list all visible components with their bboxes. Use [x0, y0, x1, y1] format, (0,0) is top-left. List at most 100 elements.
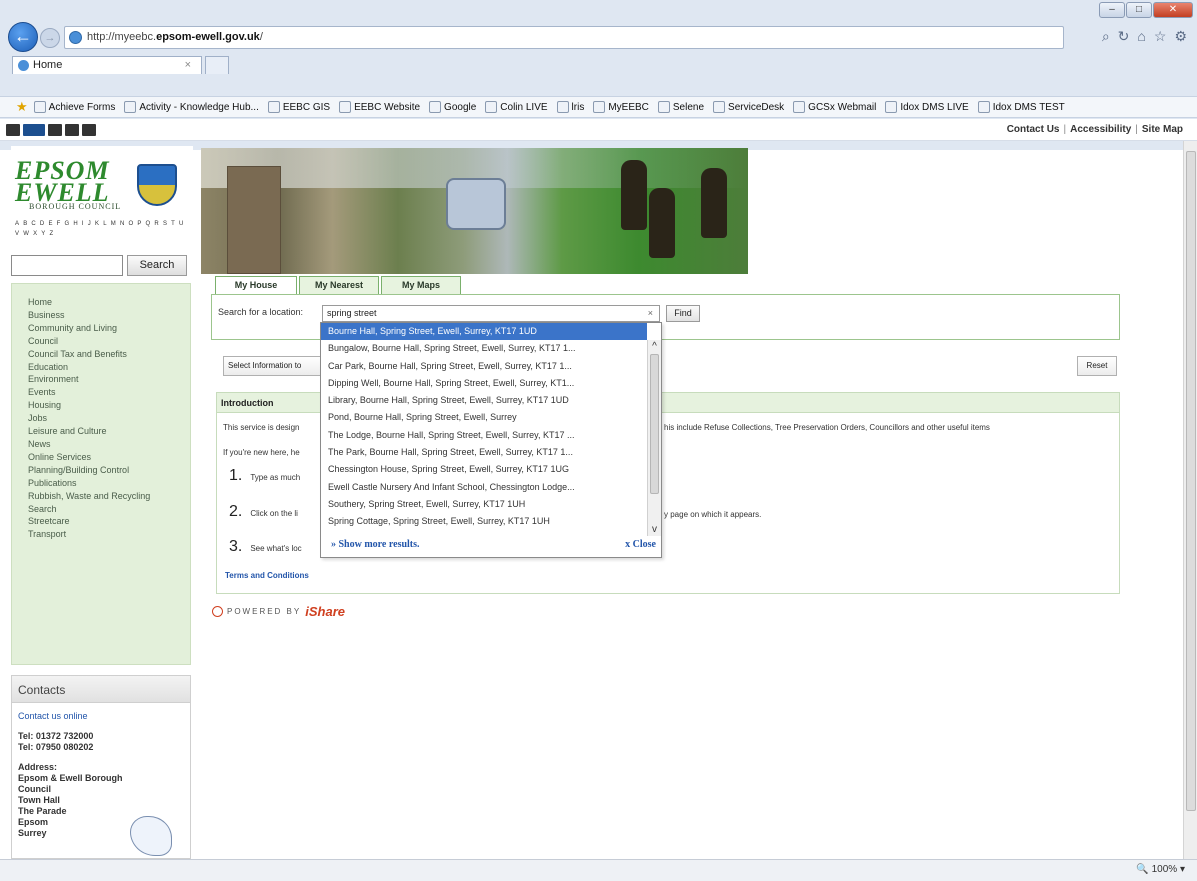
left-nav-item[interactable]: Home	[28, 296, 190, 309]
left-nav-item[interactable]: Environment	[28, 373, 190, 386]
a-to-z-index[interactable]: ABCDEFGHIJKLMNOPQRSTUVWXYZ	[15, 219, 191, 239]
left-nav-item[interactable]: Education	[28, 361, 190, 374]
suggestion-item[interactable]: Ewell Castle Nursery And Infant School, …	[321, 479, 647, 496]
suggestion-item[interactable]: Bourne Hall, Spring Street, Ewell, Surre…	[321, 323, 647, 341]
favorites-star-icon[interactable]: ★	[16, 99, 28, 115]
scrollbar-thumb[interactable]	[1186, 151, 1196, 811]
favorite-link[interactable]: lris	[556, 101, 584, 113]
suggestion-item[interactable]: Pond, Bourne Hall, Spring Street, Ewell,…	[321, 409, 647, 426]
left-nav-item[interactable]: Rubbish, Waste and Recycling	[28, 490, 190, 503]
location-search-value: spring street	[327, 308, 377, 318]
chevron-up-icon[interactable]: ^	[648, 340, 661, 353]
accessibility-link[interactable]: Accessibility	[1070, 124, 1131, 135]
favorite-link[interactable]: EEBC GIS	[267, 101, 330, 113]
site-search-button[interactable]: Search	[127, 255, 187, 276]
powered-by-ishare[interactable]: POWERED BY iShare	[212, 604, 345, 619]
suggestion-item[interactable]: Dipping Well, Bourne Hall, Spring Street…	[321, 375, 647, 392]
favorite-link[interactable]: Activity - Knowledge Hub...	[124, 101, 259, 113]
new-tab-button[interactable]	[205, 56, 229, 74]
left-nav-item[interactable]: Business	[28, 309, 190, 322]
left-nav-item[interactable]: Council	[28, 335, 190, 348]
site-map-link[interactable]: Site Map	[1142, 124, 1183, 135]
left-nav-item[interactable]: Search	[28, 503, 190, 516]
suggestion-item[interactable]: Bungalow, Bourne Hall, Spring Street, Ew…	[321, 340, 647, 357]
left-nav-item[interactable]: Publications	[28, 477, 190, 490]
favorite-link[interactable]: ServiceDesk	[713, 101, 784, 113]
address-bar[interactable]: http://myeebc.epsom-ewell.gov.uk/	[64, 26, 1064, 49]
left-nav-item[interactable]: Council Tax and Benefits	[28, 348, 190, 361]
address-line: Town Hall	[18, 795, 60, 805]
browser-chrome: – □ ✕ ← → http://myeebc.epsom-ewell.gov.…	[0, 0, 1197, 150]
left-nav-item[interactable]: Leisure and Culture	[28, 425, 190, 438]
favorite-link[interactable]: Idox DMS TEST	[977, 101, 1065, 113]
clear-icon[interactable]: ×	[648, 306, 653, 321]
gear-icon[interactable]: ⚙	[1174, 28, 1187, 45]
suggestion-item[interactable]: Car Park, Bourne Hall, Spring Street, Ew…	[321, 358, 647, 375]
favorite-link[interactable]: MyEEBC	[593, 101, 649, 113]
left-nav-item[interactable]: Streetcare	[28, 515, 190, 528]
favorite-link[interactable]: Idox DMS LIVE	[885, 101, 969, 113]
suggestion-item[interactable]: Southery, Spring Street, Ewell, Surrey, …	[321, 496, 647, 513]
select-information-dropdown[interactable]: Select Information to	[223, 356, 333, 376]
home-icon[interactable]: ⌂	[1137, 28, 1145, 45]
favorite-link[interactable]: Google	[429, 101, 476, 113]
forward-button[interactable]: →	[40, 28, 60, 48]
edit-icon[interactable]	[48, 124, 62, 136]
maximize-button[interactable]: □	[1126, 2, 1152, 18]
terms-and-conditions-link[interactable]: Terms and Conditions	[225, 571, 309, 580]
building-image	[227, 166, 281, 274]
find-button[interactable]: Find	[666, 305, 700, 322]
scrollbar-thumb[interactable]	[650, 354, 659, 494]
left-nav-item[interactable]: News	[28, 438, 190, 451]
search-icon[interactable]: ⌕	[1102, 28, 1110, 45]
minimize-button[interactable]: –	[1099, 2, 1125, 18]
print-icon[interactable]	[6, 124, 20, 136]
site-search-input[interactable]	[11, 255, 123, 276]
favorite-page-icon	[124, 101, 137, 113]
status-bar: 🔍 100% ▾	[0, 859, 1197, 881]
tab-my-house[interactable]: My House	[215, 276, 297, 294]
favorite-link[interactable]: Colin LIVE	[485, 101, 548, 113]
zoom-level[interactable]: 🔍 100% ▾	[1136, 864, 1185, 875]
close-suggestions-link[interactable]: x Close	[625, 539, 656, 550]
suggestion-item[interactable]: The Lodge, Bourne Hall, Spring Street, E…	[321, 427, 647, 444]
suggestion-item[interactable]: Chessington House, Spring Street, Ewell,…	[321, 461, 647, 478]
favorite-link[interactable]: Achieve Forms	[33, 101, 115, 113]
suggestion-item[interactable]: Spring Cottage, Spring Street, Ewell, Su…	[321, 513, 647, 530]
grid-icon[interactable]	[82, 124, 96, 136]
tab-close-icon[interactable]: ×	[185, 59, 191, 71]
suggestion-scrollbar[interactable]: ^ v	[647, 340, 661, 536]
back-button[interactable]: ←	[8, 22, 38, 52]
favorite-link[interactable]: GCSx Webmail	[793, 101, 876, 113]
contact-online-link[interactable]: Contact us online	[18, 711, 184, 722]
refresh-icon[interactable]: ↻	[1118, 28, 1130, 45]
tab-my-nearest[interactable]: My Nearest	[299, 276, 379, 294]
tab-my-maps[interactable]: My Maps	[381, 276, 461, 294]
ishare-logo-icon	[212, 606, 223, 617]
tab-title: Home	[33, 59, 63, 71]
left-nav-item[interactable]: Housing	[28, 399, 190, 412]
browser-tab-home[interactable]: Home ×	[12, 56, 202, 74]
suggestion-item[interactable]: Library, Bourne Hall, Spring Street, Ewe…	[321, 392, 647, 409]
left-nav-item[interactable]: Transport	[28, 528, 190, 541]
favorite-link[interactable]: Selene	[657, 101, 704, 113]
left-nav-item[interactable]: Online Services	[28, 451, 190, 464]
contact-us-link[interactable]: Contact Us	[1007, 124, 1060, 135]
close-window-button[interactable]: ✕	[1153, 2, 1193, 18]
page-tools	[6, 124, 96, 136]
favorites-star-icon[interactable]: ☆	[1154, 28, 1167, 45]
favorite-link[interactable]: EEBC Website	[339, 101, 420, 113]
left-nav-item[interactable]: Planning/Building Control	[28, 464, 190, 477]
left-nav-item[interactable]: Events	[28, 386, 190, 399]
logo-text: EPSOM EWELL	[15, 158, 110, 206]
reset-button[interactable]: Reset	[1077, 356, 1117, 376]
left-nav-item[interactable]: Jobs	[28, 412, 190, 425]
location-suggestions-dropdown: Bourne Hall, Spring Street, Ewell, Surre…	[320, 322, 662, 558]
page-scrollbar[interactable]	[1183, 141, 1197, 859]
suggestion-item[interactable]: The Park, Bourne Hall, Spring Street, Ew…	[321, 444, 647, 461]
show-more-results-link[interactable]: » Show more results.	[331, 539, 420, 550]
left-nav-item[interactable]: Community and Living	[28, 322, 190, 335]
text-badge-icon[interactable]	[23, 124, 45, 136]
info-icon[interactable]	[65, 124, 79, 136]
location-search-input[interactable]: spring street ×	[322, 305, 660, 322]
